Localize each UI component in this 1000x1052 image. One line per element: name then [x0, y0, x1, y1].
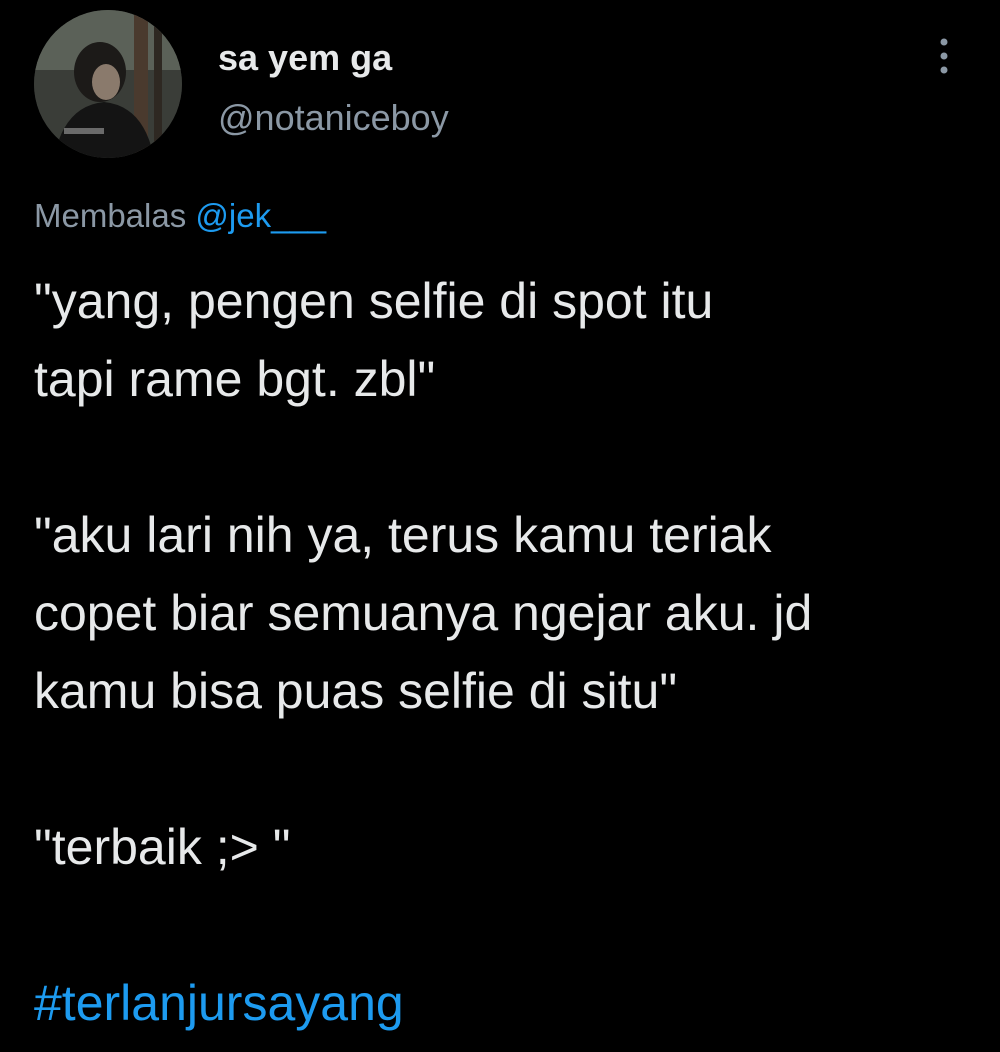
tweet-paragraph: #terlanjursayang — [34, 964, 984, 1042]
tweet-paragraph: "yang, pengen selfie di spot itu tapi ra… — [34, 262, 984, 418]
more-options-button[interactable] — [926, 34, 962, 78]
tweet-line: copet biar semuanya ngejar aku. jd — [34, 585, 813, 641]
tweet-line: tapi rame bgt. zbl" — [34, 351, 436, 407]
avatar-photo — [34, 10, 182, 158]
more-vertical-icon — [940, 38, 948, 74]
tweet-card: sa yem ga @notaniceboy Membalas @jek___ … — [0, 0, 1000, 1052]
reply-context: Membalas @jek___ — [34, 196, 326, 236]
tweet-line: "terbaik ;> " — [34, 819, 291, 875]
reply-prefix: Membalas — [34, 197, 187, 234]
tweet-line: "aku lari nih ya, terus kamu teriak — [34, 507, 772, 563]
tweet-line: "yang, pengen selfie di spot itu — [34, 273, 714, 329]
tweet-text: "yang, pengen selfie di spot itu tapi ra… — [34, 262, 984, 1042]
reply-mention-link[interactable]: @jek___ — [195, 197, 326, 234]
tweet-paragraph: "aku lari nih ya, terus kamu teriak cope… — [34, 496, 984, 730]
avatar[interactable] — [34, 10, 182, 158]
tweet-paragraph: "terbaik ;> " — [34, 808, 984, 886]
user-handle[interactable]: @notaniceboy — [218, 96, 449, 140]
display-name[interactable]: sa yem ga — [218, 36, 449, 80]
hashtag-link[interactable]: #terlanjursayang — [34, 964, 404, 1042]
author-info: sa yem ga @notaniceboy — [218, 36, 449, 140]
tweet-line: kamu bisa puas selfie di situ" — [34, 663, 678, 719]
